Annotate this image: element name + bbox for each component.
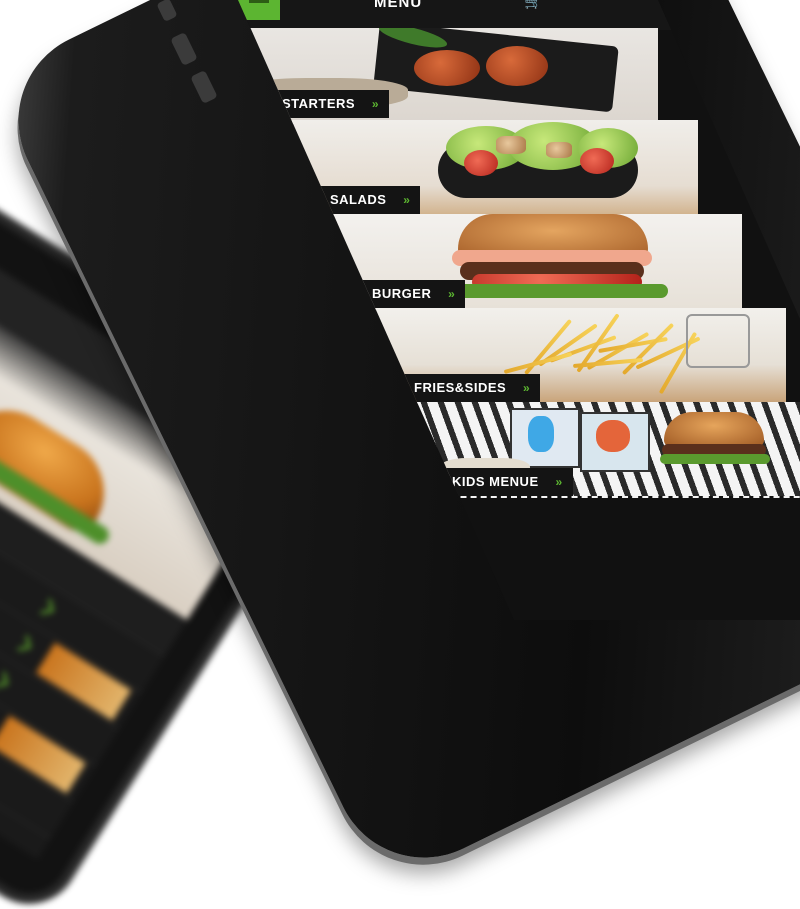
category-tile-salads[interactable]: SALADS »: [278, 120, 698, 216]
category-text: KIDS MENUE: [452, 474, 539, 489]
category-text: STARTERS: [282, 96, 356, 111]
chevron-right-icon: »: [403, 193, 411, 207]
chevron-right-icon: »: [371, 97, 380, 111]
category-label-fries-sides: FRIES&SIDES »: [402, 374, 541, 402]
page-title: MENU: [374, 0, 423, 11]
chevron-right-icon: »: [448, 287, 456, 301]
category-label-salads: SALADS »: [318, 186, 421, 214]
category-text: SALADS: [330, 192, 387, 207]
category-tile-burger[interactable]: BURGER »: [322, 214, 742, 310]
category-label-starters: STARTERS »: [270, 90, 390, 118]
cart-icon[interactable]: 🛒: [524, 0, 546, 10]
category-tile-kids-menue[interactable]: KIDS MENUE »: [410, 402, 800, 498]
category-tile-fries-sides[interactable]: FRIES&SIDES »: [366, 308, 786, 404]
category-text: FRIES&SIDES: [414, 380, 507, 395]
category-label-burger: BURGER »: [360, 280, 466, 308]
chevron-right-icon: »: [555, 475, 563, 489]
category-tile-starters[interactable]: STARTERS »: [238, 28, 658, 124]
chevron-right-icon: »: [523, 381, 531, 395]
category-label-kids-menue: KIDS MENUE »: [440, 468, 573, 496]
category-text: BURGER: [372, 286, 432, 301]
